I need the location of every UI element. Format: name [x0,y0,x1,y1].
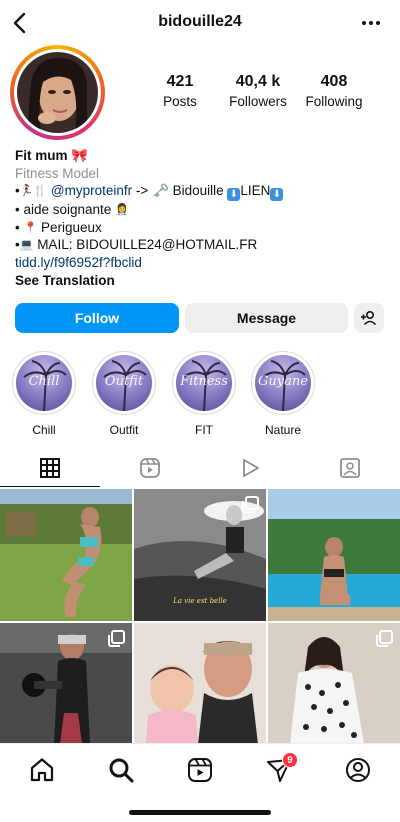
post-thumbnail[interactable] [0,623,132,744]
highlight-chill[interactable]: Chill Chill [12,351,76,437]
bio-link[interactable]: tidd.ly/f9f6952f?fbclid [15,254,390,272]
post-thumbnail[interactable] [134,623,266,744]
category-label: Fitness Model [15,165,100,181]
highlight-cover: Guyane [255,355,311,411]
post-thumbnail[interactable] [0,489,132,621]
profile-bio: Fit mum 🎀 Fitness Model •🏃‍♀️🍴 @myprotei… [15,147,390,289]
following-count: 408 [320,73,348,90]
following-label: Following [305,94,363,109]
highlight-nature[interactable]: Guyane Nature [251,351,315,437]
highlight-label: Outfit [109,423,139,437]
posts-count: 421 [166,73,194,90]
tagged-icon [340,458,360,478]
highlight-cover: Fitness [176,355,232,411]
see-translation-link[interactable]: See Translation [15,272,390,290]
bio-line-2: • aide soignante 👩‍⚕️ [15,202,129,218]
highlight-cover: Chill [16,355,72,411]
add-user-icon [361,310,377,326]
laptop-icon: 💻 [19,239,34,252]
post-thumbnail[interactable] [268,623,400,744]
highlight-outfit[interactable]: Outfit Outfit [92,351,156,437]
follow-button[interactable]: Follow [15,303,179,333]
followers-label: Followers [229,94,287,109]
bio-line-4: •💻 MAIL: BIDOUILLE24@HOTMAIL.FR [15,237,258,253]
reels-nav-icon [188,758,212,782]
message-button[interactable]: Message [185,303,348,333]
highlight-cover: Outfit [96,355,152,411]
home-indicator [129,810,271,815]
carousel-icon [242,496,259,513]
story-ring[interactable] [10,45,105,140]
nav-search[interactable] [107,756,135,784]
notification-badge: 9 [282,752,298,768]
more-icon[interactable] [360,12,382,34]
bio-line-3: • 📍 Perigueux [15,219,102,235]
avatar [17,52,98,133]
tab-tagged[interactable] [300,447,400,487]
carousel-icon [376,630,393,647]
arrow-down-icon: ⬇ [270,188,284,202]
profile-username: bidouille24 [158,13,242,30]
profile-icon [346,758,370,782]
video-icon [243,459,259,477]
reels-icon [140,458,160,478]
grid-icon [40,458,60,478]
post-thumbnail[interactable] [268,489,400,621]
home-icon [30,758,54,782]
tab-reels[interactable] [100,447,200,487]
nav-home[interactable] [28,756,56,784]
posts-grid: La vie est belle [0,489,400,744]
bio-line-1: •🏃‍♀️🍴 @myproteinfr -> 🗝️ Bidouille ⬇ LIE… [15,182,390,202]
nurse-icon: 👩‍⚕️ [115,204,129,217]
highlight-label: Chill [32,423,56,437]
followers-stat[interactable]: 40,4 k Followers [222,73,294,109]
display-name: Fit mum 🎀 [15,148,89,163]
highlight-fit[interactable]: Fitness FIT [172,351,236,437]
lien-text: LIEN [240,183,271,199]
highlight-label: Nature [264,423,302,437]
search-icon [109,758,134,783]
nav-reels[interactable] [186,756,214,784]
post-caption: La vie est belle [173,597,227,605]
profile-tabs [0,447,400,487]
carousel-icon [108,630,125,647]
posts-label: Posts [163,94,197,109]
profile-header: bidouille24 [0,0,400,46]
mention-link[interactable]: @myproteinfr [51,183,132,198]
tab-posts-grid[interactable] [0,447,100,487]
highlight-label: FIT [195,423,213,437]
tab-videos[interactable] [200,447,300,487]
arrow-down-icon: ⬇ [227,188,241,202]
nav-profile[interactable] [344,756,372,784]
suggest-users-button[interactable] [354,303,384,333]
post-thumbnail[interactable]: La vie est belle [134,489,266,621]
following-stat[interactable]: 408 Following [300,73,368,109]
posts-stat[interactable]: 421 Posts [150,73,210,109]
followers-count: 40,4 k [235,73,281,90]
pin-icon: 📍 [23,221,38,234]
